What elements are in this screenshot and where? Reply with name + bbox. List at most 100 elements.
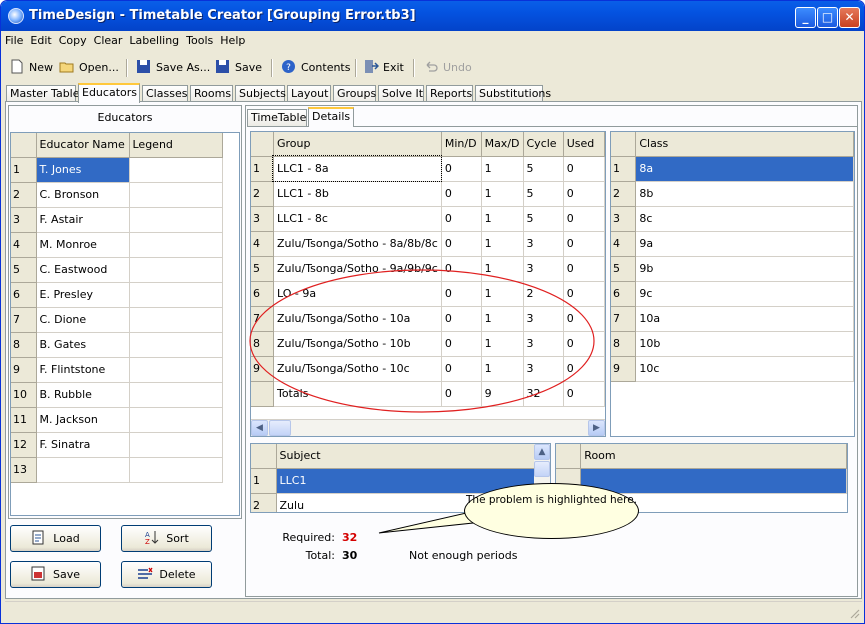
educator-name-cell[interactable]: F. Sinatra (36, 432, 130, 458)
table-row[interactable]: 6 LO - 9a 0 1 2 0 (251, 281, 605, 307)
legend-cell[interactable] (129, 207, 223, 233)
save-educators-button[interactable]: Save (10, 561, 101, 588)
table-row[interactable]: 3 8c (611, 206, 854, 232)
close-button[interactable]: ✕ (839, 7, 860, 28)
new-button[interactable]: New (9, 59, 53, 77)
table-row[interactable]: 9 10c (611, 356, 854, 382)
group-cell[interactable]: LLC1 - 8b (273, 181, 442, 207)
undo-button[interactable]: Undo (423, 59, 472, 77)
max-cell[interactable]: 9 (481, 381, 524, 407)
legend-cell[interactable] (129, 432, 223, 458)
group-cell[interactable]: LLC1 - 8c (273, 206, 442, 232)
cycle-cell[interactable]: 5 (523, 181, 564, 207)
legend-cell[interactable] (129, 357, 223, 383)
min-cell[interactable]: 0 (441, 281, 482, 307)
groups-horizontal-scrollbar[interactable]: ◀ ▶ (251, 419, 605, 436)
delete-button[interactable]: Delete (121, 561, 212, 588)
menu-help[interactable]: Help (220, 34, 245, 47)
legend-cell[interactable] (129, 332, 223, 358)
menu-file[interactable]: File (5, 34, 23, 47)
minimize-button[interactable]: _ (795, 7, 816, 28)
min-cell[interactable]: 0 (441, 231, 482, 257)
table-row[interactable]: 4 M. Monroe (11, 232, 223, 258)
used-cell[interactable]: 0 (563, 356, 605, 382)
group-cell[interactable]: Zulu/Tsonga/Sotho - 10a (273, 306, 442, 332)
cycle-cell[interactable]: 2 (523, 281, 564, 307)
educator-name-cell[interactable]: C. Dione (36, 307, 130, 333)
tab-subjects[interactable]: Subjects (235, 85, 286, 102)
min-cell[interactable]: 0 (441, 181, 482, 207)
table-row[interactable]: 6 9c (611, 281, 854, 307)
menu-clear[interactable]: Clear (94, 34, 123, 47)
save-toolbar-button[interactable]: Save (215, 59, 262, 77)
table-row[interactable]: 5 9b (611, 256, 854, 282)
group-cell[interactable]: Totals (273, 381, 442, 407)
educator-name-cell[interactable] (36, 457, 130, 483)
subtab-timetable[interactable]: TimeTable (247, 109, 307, 126)
legend-cell[interactable] (129, 232, 223, 258)
table-row[interactable]: 8 B. Gates (11, 332, 223, 358)
table-row[interactable]: 13 (11, 457, 223, 483)
educator-name-cell[interactable]: F. Flintstone (36, 357, 130, 383)
legend-cell[interactable] (129, 407, 223, 433)
used-cell[interactable]: 0 (563, 306, 605, 332)
legend-cell[interactable] (129, 257, 223, 283)
used-cell[interactable]: 0 (563, 231, 605, 257)
tab-groups[interactable]: Groups (333, 85, 376, 102)
class-cell[interactable]: 9b (635, 256, 854, 282)
cycle-cell[interactable]: 3 (523, 231, 564, 257)
min-cell[interactable]: 0 (441, 306, 482, 332)
legend-cell[interactable] (129, 157, 223, 183)
group-cell[interactable]: Zulu/Tsonga/Sotho - 9a/9b/9c (273, 256, 442, 282)
room-selected-cell[interactable] (580, 468, 847, 494)
educator-name-cell[interactable]: F. Astair (36, 207, 130, 233)
tab-educators[interactable]: Educators (78, 83, 140, 103)
cycle-cell[interactable]: 3 (523, 356, 564, 382)
scrollbar-thumb[interactable] (534, 461, 550, 477)
used-cell[interactable]: 0 (563, 331, 605, 357)
max-cell[interactable]: 1 (481, 206, 524, 232)
subtab-details[interactable]: Details (308, 107, 354, 127)
column-header-max-d[interactable]: Max/D (481, 132, 524, 157)
used-cell[interactable]: 0 (563, 181, 605, 207)
educator-name-cell[interactable]: M. Monroe (36, 232, 130, 258)
min-cell[interactable]: 0 (441, 356, 482, 382)
cycle-cell[interactable]: 5 (523, 206, 564, 232)
min-cell[interactable]: 0 (441, 256, 482, 282)
class-cell[interactable]: 8a (635, 156, 854, 182)
max-cell[interactable]: 1 (481, 256, 524, 282)
max-cell[interactable]: 1 (481, 356, 524, 382)
table-row[interactable]: 2 8b (611, 181, 854, 207)
column-header-group[interactable]: Group (273, 132, 442, 157)
table-row[interactable]: 7 Zulu/Tsonga/Sotho - 10a 0 1 3 0 (251, 306, 605, 332)
table-row[interactable]: 1 T. Jones (11, 157, 223, 183)
menu-edit[interactable]: Edit (30, 34, 51, 47)
scroll-left-button[interactable]: ◀ (251, 420, 268, 436)
educator-name-cell[interactable]: T. Jones (36, 157, 130, 183)
legend-cell[interactable] (129, 457, 223, 483)
scroll-right-button[interactable]: ▶ (588, 420, 605, 436)
max-cell[interactable]: 1 (481, 331, 524, 357)
cycle-cell[interactable]: 3 (523, 256, 564, 282)
column-header-educator-name[interactable]: Educator Name (36, 133, 130, 158)
table-row[interactable]: 9 F. Flintstone (11, 357, 223, 383)
exit-button[interactable]: Exit (363, 59, 404, 77)
educator-name-cell[interactable]: B. Gates (36, 332, 130, 358)
max-cell[interactable]: 1 (481, 156, 524, 182)
class-cell[interactable]: 8c (635, 206, 854, 232)
table-row[interactable]: 7 C. Dione (11, 307, 223, 333)
group-cell[interactable]: Zulu/Tsonga/Sotho - 10c (273, 356, 442, 382)
used-cell[interactable]: 0 (563, 256, 605, 282)
groups-grid[interactable]: Group Min/D Max/D Cycle Used 1 LLC1 - 8a 0… (250, 131, 606, 437)
table-row[interactable]: 3 F. Astair (11, 207, 223, 233)
scroll-up-button[interactable]: ▲ (534, 444, 550, 460)
scrollbar-thumb[interactable] (269, 420, 291, 436)
class-cell[interactable]: 8b (635, 181, 854, 207)
table-row[interactable]: 3 LLC1 - 8c 0 1 5 0 (251, 206, 605, 232)
menu-tools[interactable]: Tools (186, 34, 213, 47)
max-cell[interactable]: 1 (481, 306, 524, 332)
column-header-room[interactable]: Room (580, 444, 847, 469)
column-header-subject[interactable]: Subject (276, 444, 535, 469)
maximize-button[interactable]: □ (817, 7, 838, 28)
used-cell[interactable]: 0 (563, 156, 605, 182)
